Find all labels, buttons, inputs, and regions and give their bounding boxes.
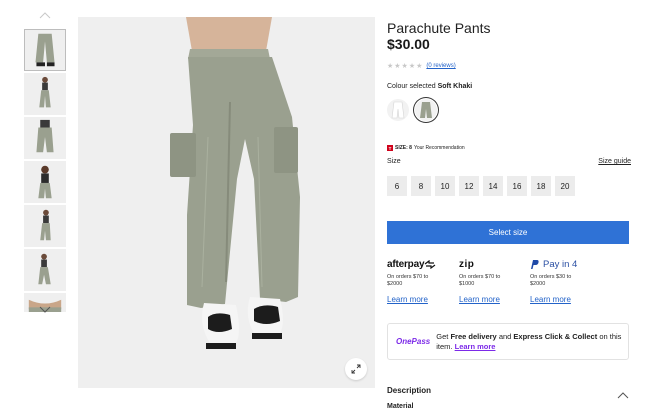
thumbnail-gallery: [22, 10, 68, 320]
thumbnail-front[interactable]: [24, 29, 66, 71]
zip-option: zip On orders $70 to $1000 Learn more: [459, 256, 523, 307]
select-size-button[interactable]: Select size: [387, 221, 629, 244]
material-heading: Material: [387, 403, 414, 410]
chevron-up-icon[interactable]: [37, 10, 53, 20]
colour-name: Soft Khaki: [437, 83, 473, 90]
product-price: $30.00: [387, 36, 430, 52]
thumbnail-list: [22, 29, 68, 312]
colour-swatches: [387, 99, 437, 121]
thumbnail-back[interactable]: [24, 117, 66, 159]
paypal-terms: On orders $30 to $2000: [530, 274, 572, 287]
reviews-link[interactable]: (0 reviews): [426, 63, 455, 69]
size-option[interactable]: 20: [555, 176, 575, 196]
size-option[interactable]: 18: [531, 176, 551, 196]
thumbnail-full[interactable]: [24, 73, 66, 115]
afterpay-arrows-icon: [424, 259, 436, 269]
afterpay-option: afterpay On orders $70 to $2000 Learn mo…: [387, 256, 451, 307]
zip-terms: On orders $70 to $1000: [459, 274, 501, 287]
size-option[interactable]: 12: [459, 176, 479, 196]
afterpay-learn-more[interactable]: Learn more: [387, 295, 428, 304]
onepass-logo: OnePass: [396, 337, 431, 346]
colour-prefix: Colour selected: [387, 83, 436, 90]
size-option[interactable]: 14: [483, 176, 503, 196]
recommended-size: SIZE: 8: [395, 145, 412, 151]
size-guide-link[interactable]: Size guide: [598, 158, 631, 165]
colour-selected: Colour selected Soft Khaki: [387, 83, 472, 90]
onepass-banner: OnePass Get Free delivery and Express Cl…: [387, 323, 629, 360]
paypal-learn-more[interactable]: Learn more: [530, 295, 571, 304]
thumbnail-top[interactable]: [24, 161, 66, 203]
paypal-icon: [531, 259, 539, 269]
size-option[interactable]: 8: [411, 176, 431, 196]
size-option[interactable]: 6: [387, 176, 407, 196]
swatch-white[interactable]: [387, 99, 409, 121]
thumbnail-side[interactable]: [24, 205, 66, 247]
paypal-option: Pay in 4 On orders $30 to $2000 Learn mo…: [530, 256, 594, 307]
onepass-learn-more[interactable]: Learn more: [455, 342, 496, 351]
size-options: 6 8 10 12 14 16 18 20: [387, 176, 575, 196]
size-option[interactable]: 10: [435, 176, 455, 196]
chevron-down-icon[interactable]: [37, 304, 53, 314]
main-product-image[interactable]: [78, 17, 375, 388]
product-title: Parachute Pants: [387, 20, 491, 36]
zip-logo: zip: [459, 258, 475, 270]
thumbnail-walk[interactable]: [24, 249, 66, 291]
product-photo: [78, 17, 375, 388]
chevron-up-icon[interactable]: [617, 386, 629, 404]
swatch-soft-khaki[interactable]: [415, 99, 437, 121]
zip-learn-more[interactable]: Learn more: [459, 295, 500, 304]
recommendation-text: Your Recommendation: [413, 145, 465, 151]
afterpay-logo: afterpay: [387, 256, 451, 272]
size-option[interactable]: 16: [507, 176, 527, 196]
size-label: Size: [387, 158, 401, 165]
rating: ★★★★★ (0 reviews): [387, 62, 456, 70]
paypal-logo: Pay in 4: [530, 256, 594, 272]
size-recommendation: T SIZE: 8 Your Recommendation: [387, 145, 465, 151]
star-rating-icon: ★★★★★: [387, 63, 424, 70]
description-heading[interactable]: Description: [387, 386, 629, 395]
expand-icon[interactable]: [345, 358, 367, 380]
afterpay-terms: On orders $70 to $2000: [387, 274, 429, 287]
onepass-text: Get Free delivery and Express Click & Co…: [436, 331, 622, 351]
size-rec-logo: T: [387, 145, 393, 151]
